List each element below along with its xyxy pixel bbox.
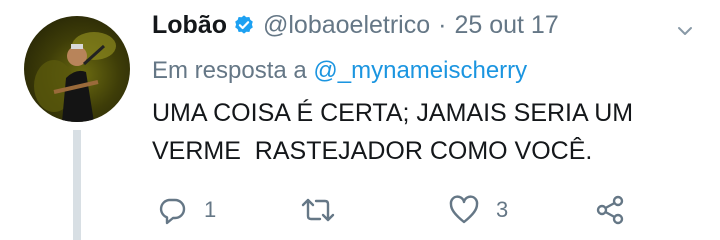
- tweet: Lobão @lobaoeletrico · 25 out 17 Em resp…: [0, 0, 720, 240]
- like-count: 3: [496, 197, 509, 222]
- tweet-text: UMA COISA É CERTA; JAMAIS SERIA UM VERME…: [152, 99, 634, 165]
- share-icon: [596, 195, 624, 225]
- like-button[interactable]: 3: [448, 190, 508, 230]
- author-handle[interactable]: @lobaoeletrico: [263, 11, 430, 40]
- like-icon: [449, 195, 479, 224]
- author-name[interactable]: Lobão: [152, 11, 227, 40]
- share-button[interactable]: [594, 190, 626, 230]
- reply-prefix: Em resposta a: [152, 57, 307, 84]
- separator-dot: ·: [438, 10, 447, 39]
- verified-badge-icon: [233, 14, 255, 36]
- tweet-header: Lobão @lobaoeletrico · 25 out 17: [152, 8, 700, 42]
- retweet-button[interactable]: [300, 190, 352, 230]
- reply-context: Em resposta a @_mynameischerry: [152, 57, 527, 85]
- thread-line: [73, 130, 81, 240]
- avatar-photo: [34, 32, 116, 122]
- avatar[interactable]: [24, 16, 130, 122]
- chevron-down-icon[interactable]: [676, 22, 694, 40]
- tweet-date[interactable]: 25 out 17: [454, 11, 558, 40]
- action-bar: 1 3: [152, 190, 672, 230]
- reply-to-link[interactable]: @_mynameischerry: [313, 57, 527, 84]
- retweet-icon: [301, 198, 335, 222]
- reply-count: 1: [204, 197, 217, 222]
- reply-icon: [159, 198, 186, 225]
- reply-button[interactable]: 1: [156, 190, 216, 230]
